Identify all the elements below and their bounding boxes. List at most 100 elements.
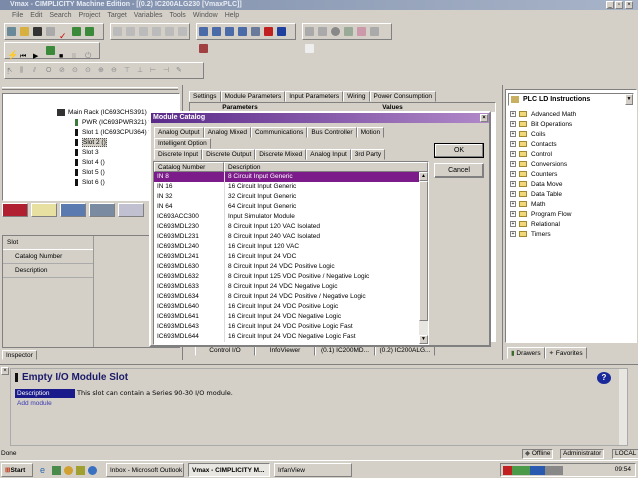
tree-item[interactable]: Main Rack (IC693CHS391)	[43, 108, 151, 118]
media-icon[interactable]	[64, 466, 73, 475]
stop-icon[interactable]	[331, 27, 340, 36]
toolbox-item[interactable]: + Data Move	[510, 180, 576, 190]
toolbox-item[interactable]: + Timers	[510, 230, 576, 240]
dialog-tab-discrete-output[interactable]: Discrete Output	[202, 149, 256, 160]
power-icon[interactable]: ⏻	[85, 51, 94, 60]
open-icon[interactable]	[20, 27, 29, 36]
scrollbar[interactable]: ▲ ▼	[419, 172, 428, 344]
cut-icon[interactable]	[113, 27, 122, 36]
redo-icon[interactable]	[165, 27, 174, 36]
contact-no-icon[interactable]: ⫼	[20, 66, 29, 75]
wire-icon[interactable]: ⊢	[150, 66, 159, 75]
contact-nc-icon[interactable]: ⫽	[33, 66, 42, 75]
toolbox-item[interactable]: + Data Table	[510, 190, 576, 200]
tab-settings[interactable]: Settings	[189, 91, 221, 102]
scroll-up-button[interactable]: ▲	[419, 172, 428, 181]
expand-icon[interactable]: +	[510, 211, 516, 218]
toolbox-item[interactable]: + Advanced Math	[510, 110, 576, 120]
run-icon[interactable]: ▶	[33, 52, 42, 61]
download-icon[interactable]	[72, 27, 81, 36]
options-tab[interactable]	[89, 203, 115, 217]
add-module-link[interactable]: Add module	[17, 399, 52, 408]
column-catalog-number[interactable]: Catalog Number	[154, 162, 224, 172]
tree-item[interactable]: Slot 6 ()	[43, 178, 151, 188]
toolchest-icon[interactable]	[264, 27, 273, 36]
branch-icon[interactable]: ⊤	[124, 66, 133, 75]
forward-icon[interactable]	[318, 27, 327, 36]
info-launch-icon[interactable]	[88, 466, 97, 475]
toolbox-item[interactable]: + Control	[510, 150, 576, 160]
task-vmax[interactable]: Vmax - CIMPLICITY M...	[188, 463, 270, 477]
companion-icon[interactable]	[238, 27, 247, 36]
infoviewer-icon[interactable]	[225, 27, 234, 36]
connect-icon[interactable]: ⚡	[7, 51, 18, 60]
utilities-tab[interactable]	[118, 203, 144, 217]
toolbox-dropdown[interactable]: PLC LD Instructions ▼	[508, 93, 634, 106]
toolbox-item[interactable]: + Program Flow	[510, 210, 576, 220]
toolchest-tab[interactable]	[60, 203, 86, 217]
catalog-row[interactable]: IN 8 8 Circuit Input Generic	[154, 172, 420, 182]
comment-icon[interactable]: ✎	[176, 66, 185, 75]
expand-icon[interactable]: +	[510, 231, 516, 238]
tab-drawers[interactable]: ▮ Drawers	[507, 347, 545, 359]
menu-target[interactable]: Target	[107, 12, 126, 19]
tab-power-consumption[interactable]: Power Consumption	[369, 91, 437, 102]
expand-icon[interactable]: +	[510, 111, 516, 118]
tab-inspector[interactable]: Inspector	[2, 350, 37, 360]
branch-down-icon[interactable]: ⊥	[137, 66, 146, 75]
menu-edit[interactable]: Edit	[30, 12, 42, 19]
dialog-tab-analog-input[interactable]: Analog Input	[306, 149, 351, 160]
scroll-thumb[interactable]	[419, 181, 428, 321]
dialog-tab-bus-controller[interactable]: Bus Controller	[307, 127, 357, 138]
tree-item[interactable]: Slot 2 ()	[43, 138, 151, 148]
dialog-tab-motion[interactable]: Motion	[356, 127, 385, 138]
catalog-row[interactable]: IC693ACC300 Input Simulator Module	[154, 212, 420, 222]
tray-icons[interactable]	[503, 466, 563, 475]
home-icon[interactable]	[357, 27, 366, 36]
dialog-tab-discrete-mixed[interactable]: Discrete Mixed	[255, 149, 307, 160]
expand-icon[interactable]: +	[510, 121, 516, 128]
catalog-row[interactable]: IC693MDL640 16 Circuit Input 24 VDC Posit…	[154, 302, 420, 312]
expand-icon[interactable]: +	[510, 181, 516, 188]
catalog-row[interactable]: IC693MDL632 8 Circuit Input 125 VDC Posit…	[154, 272, 420, 282]
dialog-tab-3rd-party[interactable]: 3rd Party	[350, 149, 386, 160]
task-irfanview[interactable]: IrfanView	[274, 463, 352, 477]
dialog-tab-intelligent-option[interactable]: Intelligent Option	[154, 138, 211, 149]
expand-icon[interactable]: +	[510, 151, 516, 158]
close-button[interactable]: ×	[625, 1, 633, 9]
catalog-row[interactable]: IN 16 16 Circuit Input Generic	[154, 182, 420, 192]
catalog-list[interactable]: Catalog Number Description IN 8 8 Circuit…	[153, 161, 429, 345]
catalog-row[interactable]: IN 32 32 Circuit Input Generic	[154, 192, 420, 202]
expand-icon[interactable]: +	[510, 141, 516, 148]
catalog-row[interactable]: IC693MDL643 16 Circuit Input 24 VDC Posit…	[154, 322, 420, 332]
column-description[interactable]: Description	[224, 162, 428, 172]
catalog-row[interactable]: IN 64 64 Circuit Input Generic	[154, 202, 420, 212]
upload-icon[interactable]	[85, 27, 94, 36]
expand-icon[interactable]: +	[510, 221, 516, 228]
chevron-down-icon[interactable]: ▼	[625, 94, 633, 105]
help-icon[interactable]: ?	[597, 372, 611, 384]
pause-icon[interactable]: II	[72, 52, 81, 61]
start-button[interactable]: ⊞Start	[1, 463, 33, 477]
undo-icon[interactable]	[152, 27, 161, 36]
function-block-icon[interactable]: ⊣	[163, 66, 172, 75]
cancel-button[interactable]: Cancel	[434, 163, 484, 178]
toolbox-item[interactable]: + Math	[510, 200, 576, 210]
reference-icon[interactable]	[199, 44, 208, 53]
new-project-icon[interactable]	[7, 27, 16, 36]
delete-icon[interactable]	[178, 27, 187, 36]
save-icon[interactable]	[33, 27, 42, 36]
expand-icon[interactable]: +	[510, 191, 516, 198]
navigator-icon[interactable]	[199, 27, 208, 36]
minimize-button[interactable]: _	[606, 1, 614, 9]
quicklaunch-icon[interactable]	[76, 466, 85, 475]
project-tab[interactable]	[2, 203, 28, 217]
catalog-row[interactable]: IC693MDL633 8 Circuit Input 24 VDC Negati…	[154, 282, 420, 292]
toolbox-item[interactable]: + Coils	[510, 130, 576, 140]
tab-input-parameters[interactable]: Input Parameters	[285, 91, 344, 102]
dialog-close-button[interactable]: ×	[480, 114, 488, 122]
ok-button[interactable]: OK	[434, 143, 484, 158]
catalog-row[interactable]: IC693MDL240 16 Circuit Input 120 VAC	[154, 242, 420, 252]
catalog-row[interactable]: IC693MDL230 8 Circuit Input 120 VAC Isola…	[154, 222, 420, 232]
desktop-icon[interactable]	[52, 466, 61, 475]
